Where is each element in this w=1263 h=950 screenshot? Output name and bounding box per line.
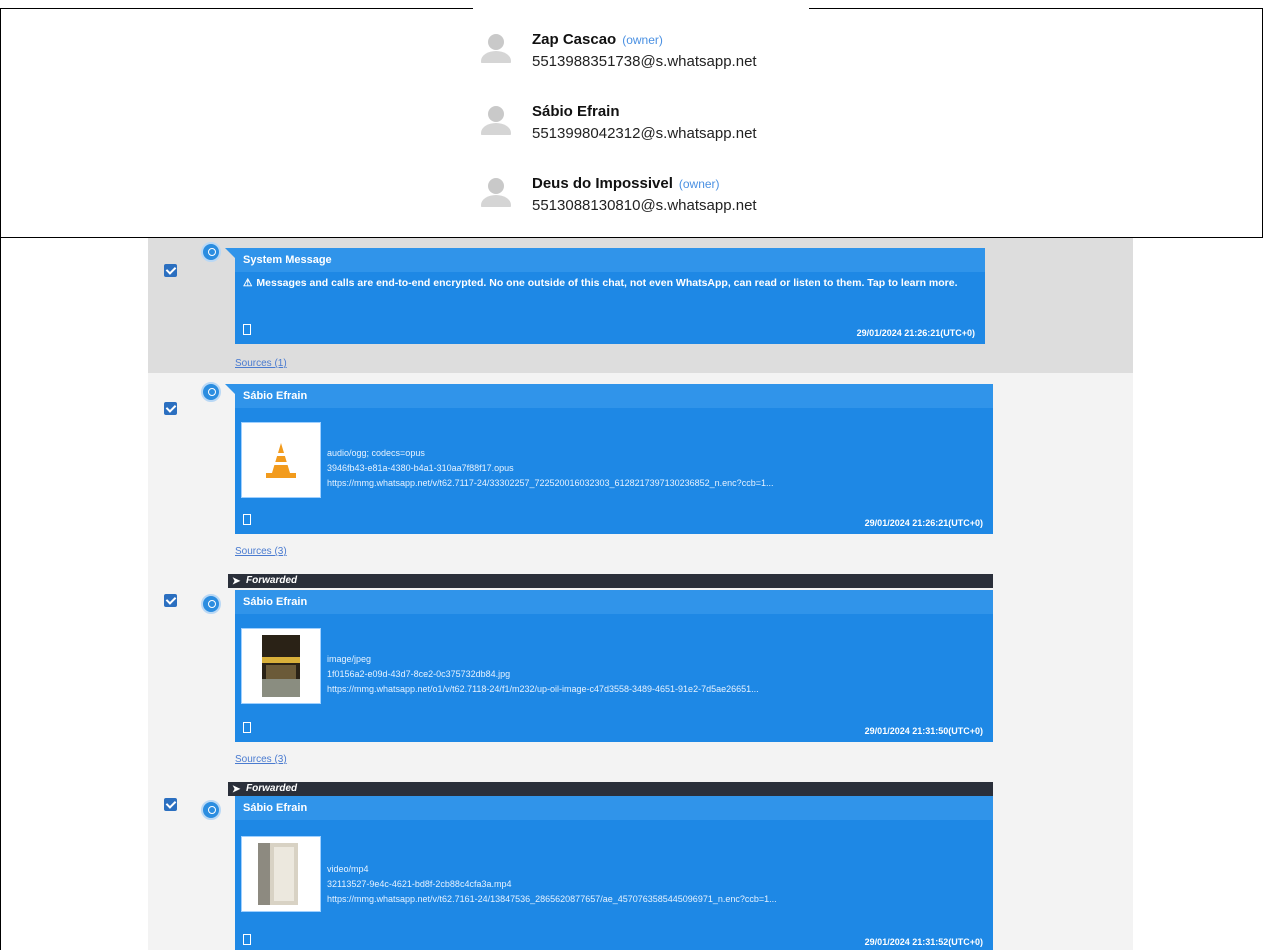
attachment-meta: video/mp4 32113527-9e4c-4621-bd8f-2cb88c… [327, 862, 977, 907]
sender-name: Sábio Efrain [243, 802, 308, 814]
forward-arrow-icon: ➤ [232, 784, 241, 795]
message-bubble[interactable]: System Message ⚠ Messages and calls are e… [225, 248, 985, 344]
mime-type: audio/ogg; codecs=opus [327, 448, 425, 458]
select-checkbox[interactable] [164, 402, 177, 415]
file-url[interactable]: https://mmg.whatsapp.net/v/t62.7117-24/3… [327, 476, 977, 491]
vlc-cone-icon [248, 429, 314, 491]
message-icon [201, 382, 221, 402]
file-url[interactable]: https://mmg.whatsapp.net/o1/v/t62.7118-2… [327, 682, 977, 697]
participant-name: Zap Cascao (owner) [532, 31, 663, 48]
forwarded-banner: ➤ Forwarded [228, 782, 993, 796]
participant-item: Deus do Impossivel (owner) 5513088130810@… [476, 161, 876, 214]
sources-link[interactable]: Sources (3) [235, 546, 287, 557]
message-timestamp: 29/01/2024 21:31:52(UTC+0) [864, 937, 983, 947]
owner-badge: (owner) [678, 177, 720, 191]
sender-name: Sábio Efrain [243, 596, 308, 608]
video-thumbnail[interactable] [241, 836, 321, 912]
select-checkbox[interactable] [164, 594, 177, 607]
avatar [476, 101, 516, 135]
sources-link[interactable]: Sources (1) [235, 358, 287, 369]
forward-arrow-icon: ➤ [232, 576, 241, 587]
report-page: Zap Cascao (owner) 5513988351738@s.whatsa… [0, 0, 1263, 950]
forwarded-banner: ➤ Forwarded [228, 574, 993, 588]
message-timestamp: 29/01/2024 21:31:50(UTC+0) [864, 726, 983, 736]
sources-link[interactable]: Sources (3) [235, 754, 287, 765]
message-text: ⚠ Messages and calls are end-to-end encry… [243, 277, 958, 289]
file-name: 1f0156a2-e09d-43d7-8ce2-0c375732db84.jpg [327, 669, 511, 679]
checkbox-glyph-icon [243, 934, 251, 945]
select-checkbox[interactable] [164, 798, 177, 811]
participant-id: 5513088130810@s.whatsapp.net [532, 197, 757, 214]
file-url[interactable]: https://mmg.whatsapp.net/v/t62.7161-24/1… [327, 892, 977, 907]
participant-name: Deus do Impossivel (owner) [532, 175, 720, 192]
lock-icon: ⚠ [243, 277, 253, 289]
chat-panel: System Message ⚠ Messages and calls are e… [148, 238, 1133, 950]
checkbox-glyph-icon [243, 324, 251, 335]
checkbox-glyph-icon [243, 722, 251, 733]
file-name: 3946fb43-e81a-4380-b4a1-310aa7f88f17.opu… [327, 463, 514, 473]
message-bubble[interactable]: Sábio Efrain audio/ogg; codecs=opus 3946… [225, 384, 993, 534]
avatar [476, 29, 516, 63]
attachment-meta: audio/ogg; codecs=opus 3946fb43-e81a-438… [327, 446, 977, 491]
sender-name: Sábio Efrain [243, 390, 308, 402]
file-name: 32113527-9e4c-4621-bd8f-2cb88c4cfa3a.mp4 [327, 879, 512, 889]
attachment-meta: image/jpeg 1f0156a2-e09d-43d7-8ce2-0c375… [327, 652, 977, 697]
participant-item: Zap Cascao (owner) 5513988351738@s.whatsa… [476, 17, 876, 70]
video-preview-icon [248, 843, 314, 905]
checkbox-glyph-icon [243, 514, 251, 525]
mime-type: video/mp4 [327, 864, 369, 874]
message-icon [201, 594, 221, 614]
select-checkbox[interactable] [164, 264, 177, 277]
message-bubble[interactable]: Sábio Efrain video/mp4 32113527-9e4c-462… [235, 796, 993, 950]
messages-area: System Message ⚠ Messages and calls are e… [0, 238, 1263, 950]
message-timestamp: 29/01/2024 21:26:21(UTC+0) [856, 328, 975, 338]
photo-preview-icon [248, 635, 314, 697]
audio-thumbnail[interactable] [241, 422, 321, 498]
message-icon [201, 242, 221, 262]
participant-name: Sábio Efrain [532, 103, 620, 120]
message-bubble[interactable]: Sábio Efrain image/jpeg 1f0156a2-e09d-43… [235, 590, 993, 742]
image-thumbnail[interactable] [241, 628, 321, 704]
message-icon [201, 800, 221, 820]
participant-item: Sábio Efrain 5513998042312@s.whatsapp.ne… [476, 89, 876, 142]
participant-id: 5513998042312@s.whatsapp.net [532, 125, 757, 142]
mime-type: image/jpeg [327, 654, 372, 664]
avatar [476, 173, 516, 207]
participant-id: 5513988351738@s.whatsapp.net [532, 53, 757, 70]
owner-badge: (owner) [622, 33, 663, 47]
participants-table: Zap Cascao (owner) 5513988351738@s.whatsa… [0, 8, 1263, 238]
sender-name: System Message [243, 254, 332, 266]
message-timestamp: 29/01/2024 21:26:21(UTC+0) [864, 518, 983, 528]
